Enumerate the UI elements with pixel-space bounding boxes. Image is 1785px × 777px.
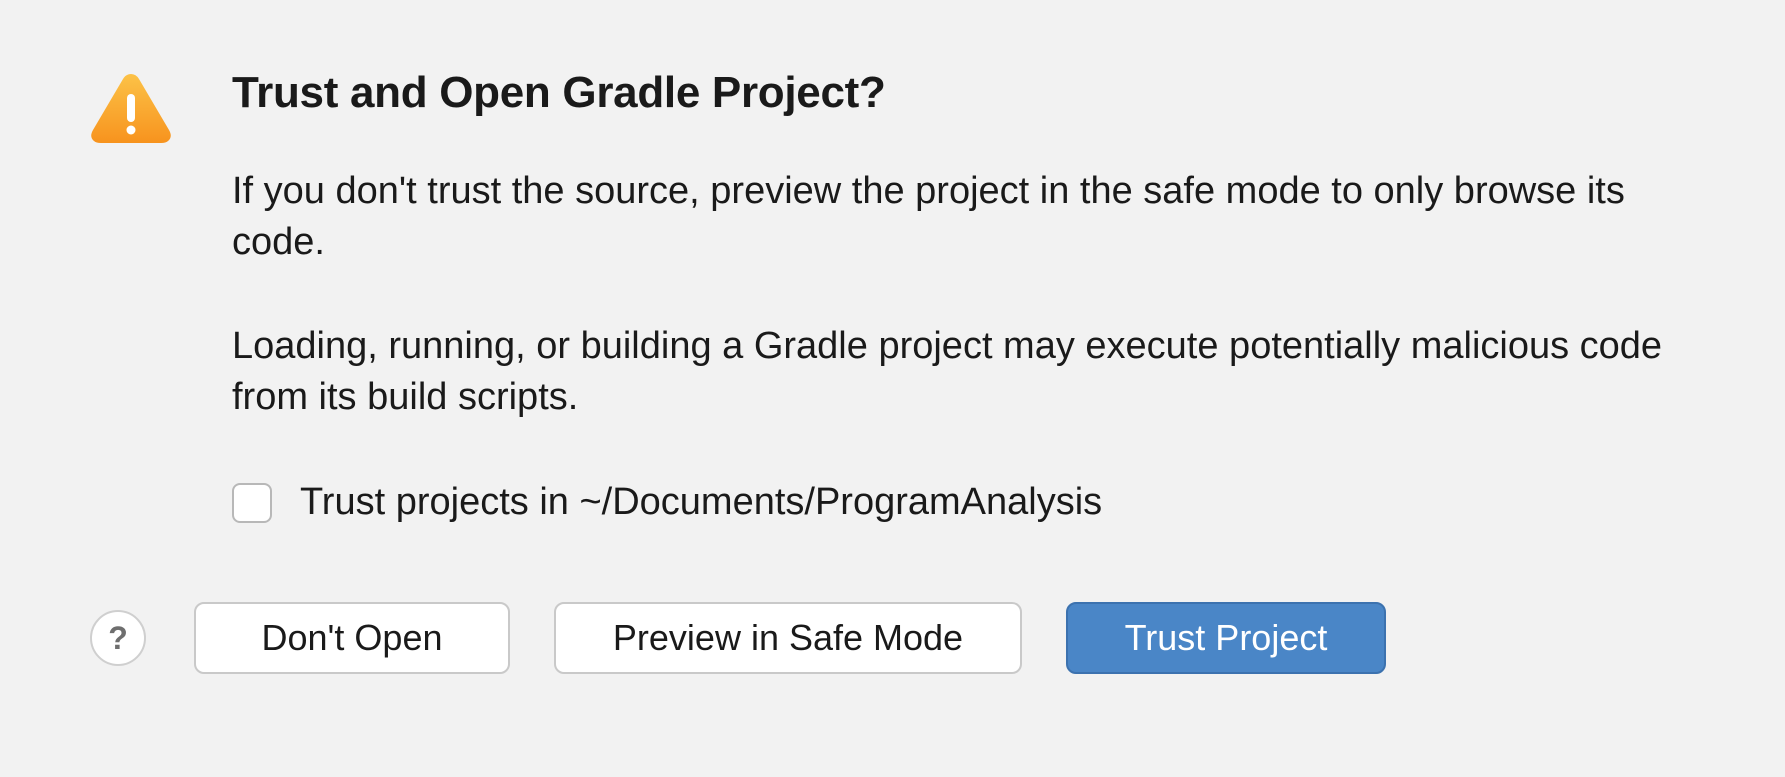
icon-column [90,68,172,149]
help-icon: ? [108,620,128,657]
preview-safe-mode-label: Preview in Safe Mode [613,617,963,659]
content-column: Trust and Open Gradle Project? If you do… [232,68,1705,524]
warning-icon [90,72,172,144]
dialog-body: Trust and Open Gradle Project? If you do… [90,68,1705,524]
dialog-paragraph-2: Loading, running, or building a Gradle p… [232,321,1705,424]
dialog-paragraph-1: If you don't trust the source, preview t… [232,166,1705,269]
trust-project-button[interactable]: Trust Project [1066,602,1386,674]
trust-folder-checkbox[interactable] [232,483,272,523]
help-button[interactable]: ? [90,610,146,666]
trust-folder-checkbox-row: Trust projects in ~/Documents/ProgramAna… [232,481,1705,524]
dialog-footer: ? Don't Open Preview in Safe Mode Trust … [90,602,1705,674]
trust-project-label: Trust Project [1125,617,1328,659]
dont-open-button[interactable]: Don't Open [194,602,510,674]
dont-open-label: Don't Open [262,617,443,659]
trust-folder-checkbox-label: Trust projects in ~/Documents/ProgramAna… [300,481,1102,524]
preview-safe-mode-button[interactable]: Preview in Safe Mode [554,602,1022,674]
dialog-title: Trust and Open Gradle Project? [232,68,1705,118]
